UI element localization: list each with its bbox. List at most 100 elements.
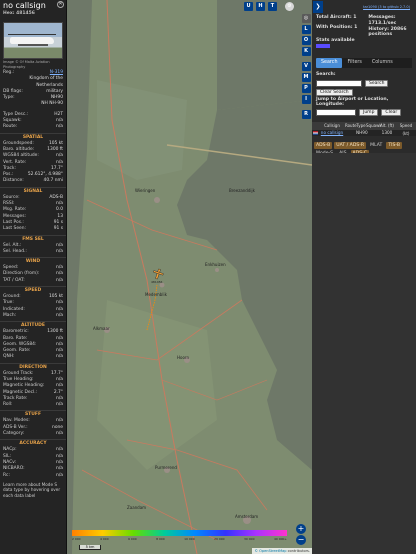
panel-toggle-arrow-icon[interactable]: ❯	[313, 1, 323, 13]
aircraft-map-label: 481456	[151, 280, 163, 284]
panel-empty-area	[312, 153, 416, 554]
info-row: Mach: n/a	[0, 313, 66, 319]
altitude-colorbar	[72, 530, 287, 536]
source-badge[interactable]: MLAT	[368, 142, 384, 149]
source-badge[interactable]: ADS-B	[314, 141, 333, 149]
jump-input[interactable]	[316, 108, 356, 116]
gear-shape	[18, 44, 48, 46]
toggle-r[interactable]: R	[301, 110, 311, 119]
colorbar-tick: 10 000	[184, 537, 195, 541]
section-title: SPEED	[0, 286, 66, 294]
info-row-value: n/a	[56, 248, 63, 254]
colorbar-tick: 2 000	[72, 537, 81, 541]
layers-icon[interactable]: ◎	[301, 14, 311, 23]
info-row: Roll: n/a	[0, 402, 66, 408]
table-row[interactable]: no callsign NH90 1300	[312, 129, 416, 136]
section-title: SPATIAL	[0, 132, 66, 141]
map-view[interactable]: Wieringen Breezanddijk Medemblik Enkhuiz…	[67, 0, 312, 554]
info-row: Distance: 40.7 nmi	[0, 178, 66, 184]
col-route[interactable]: Route	[345, 122, 357, 130]
row-alt: 1300	[381, 129, 393, 135]
stats-available[interactable]: Stats available	[312, 38, 416, 50]
tab-columns[interactable]: Columns	[367, 58, 398, 68]
info-row-value: n/a	[56, 472, 63, 478]
info-row-value: n/a	[56, 354, 63, 360]
info-row: Last Seen: 91 s	[0, 226, 66, 232]
col-callsign[interactable]: Callsign	[319, 122, 345, 130]
section-title: FMS SEL	[0, 234, 66, 243]
map-attribution: © OpenStreetMap contributors.	[252, 548, 312, 554]
jump-label: Jump to Airport or Location, Longitude:	[316, 96, 389, 108]
hex-label: Hex:	[3, 11, 15, 16]
source-badge[interactable]: UAT / ADS-R	[334, 141, 367, 149]
info-row-label: Distance:	[3, 178, 24, 184]
toggle-o[interactable]: O	[301, 36, 311, 45]
panel-top: ❯ tar1090 (3 to github 2.7.0)	[312, 0, 416, 15]
col-squawk[interactable]: Squawk	[366, 122, 382, 130]
col-alt[interactable]: Alt. (ft)	[378, 122, 396, 130]
section-title: WIND	[0, 257, 66, 265]
info-row-value: n/a	[56, 402, 63, 408]
search-input[interactable]	[316, 79, 362, 87]
stats-link-swatch[interactable]	[316, 43, 330, 48]
sidebar-panel: ❯ tar1090 (3 to github 2.7.0) Total Airc…	[312, 0, 416, 554]
section-title: SIGNAL	[0, 186, 66, 195]
source-badge[interactable]: TIS-B	[386, 141, 403, 149]
col-speed[interactable]: Speed (kt)	[396, 122, 416, 136]
colorbar-ticks: 2 000 4 000 6 000 8 000 10 000 20 000 30 000 40…	[72, 537, 287, 541]
col-flag[interactable]	[312, 122, 319, 130]
helicopter-shape	[10, 37, 54, 44]
netherlands-flag-icon	[313, 130, 318, 135]
info-row-value: n/a	[56, 277, 63, 283]
info-row-value: 40.7 nmi	[43, 178, 63, 184]
col-type[interactable]: Type	[356, 122, 366, 130]
info-row-label: QNH:	[3, 354, 15, 360]
section-title: DIRECTION	[0, 362, 66, 371]
map-button-t[interactable]: T	[268, 2, 277, 11]
toggle-i[interactable]: I	[301, 95, 311, 104]
rotor-shape	[8, 34, 56, 35]
tab-filters[interactable]: Filters	[342, 58, 366, 68]
clear-search-button[interactable]: Clear Search	[316, 88, 353, 96]
info-row-value: n/a	[56, 312, 63, 318]
row-squawk	[366, 130, 378, 136]
info-row-label: Mach:	[3, 312, 17, 318]
info-row: Kingdom of the Netherlands	[0, 76, 66, 89]
toggle-m[interactable]: M	[301, 73, 311, 82]
toggle-v[interactable]: V	[301, 62, 311, 71]
aircraft-photo[interactable]	[3, 22, 63, 59]
map-label-1: Wieringen	[135, 188, 156, 193]
toggle-k[interactable]: K	[301, 47, 311, 56]
details-list: Reg.: N-319 Kingdom of the Netherlands DB f…	[0, 70, 66, 108]
toggle-l[interactable]: L	[301, 25, 311, 34]
colorbar-tick: 6 000	[128, 537, 137, 541]
map-base	[67, 0, 312, 554]
zoom-out-icon[interactable]: −	[296, 535, 306, 545]
row-callsign[interactable]: no callsign	[319, 130, 345, 136]
info-row-label: Roll:	[3, 402, 13, 408]
scale-bar: 5 km	[79, 545, 101, 550]
toggle-p[interactable]: P	[301, 84, 311, 93]
close-icon[interactable]: ✕	[57, 1, 64, 8]
colorbar-tick: 4 000	[100, 537, 109, 541]
colorbar-tick: 8 000	[156, 537, 165, 541]
clear-button[interactable]: Clear	[381, 108, 402, 116]
info-row: TAT / OAT: n/a	[0, 278, 66, 284]
map-button-u[interactable]: U	[244, 2, 253, 11]
search-button[interactable]: Search	[365, 79, 389, 87]
attribution-link[interactable]: © OpenStreetMap	[254, 549, 286, 553]
row-speed	[396, 130, 416, 136]
settings-gear-icon[interactable]: ⚙	[285, 2, 294, 11]
panel-tabs: Search Filters Columns	[316, 58, 412, 69]
info-row-value: 91 s	[53, 226, 63, 232]
tab-search[interactable]: Search	[316, 58, 343, 69]
stats-available-label: Stats available	[316, 38, 355, 44]
zoom-in-icon[interactable]: +	[296, 524, 306, 534]
info-row-value: n/a	[56, 431, 63, 437]
jump-button[interactable]: Jump	[359, 108, 379, 116]
map-button-h[interactable]: H	[256, 2, 265, 11]
info-row: QNH: n/a	[0, 354, 66, 360]
version-link[interactable]: tar1090 (3 to github 2.7.0)	[363, 5, 410, 9]
map-label-3: Medemblik	[145, 292, 167, 297]
colorbar-tick: 20 000	[214, 537, 225, 541]
